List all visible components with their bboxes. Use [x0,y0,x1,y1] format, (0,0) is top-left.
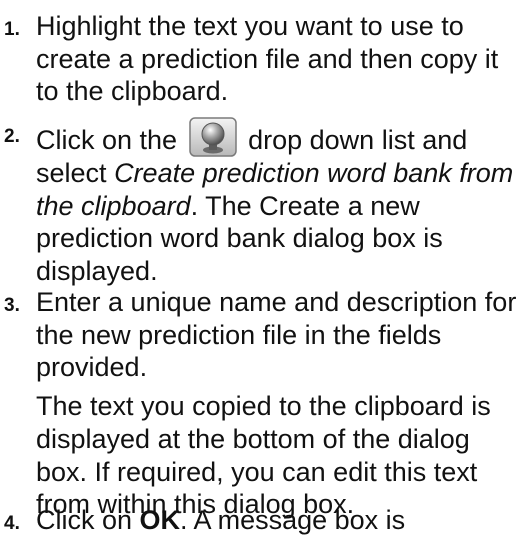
step-text: Enter a unique name and description for … [36,286,520,521]
step-3-text: Enter a unique name and description for … [36,287,517,383]
prediction-word-bank-icon [188,117,237,157]
step-number: 4. [4,513,20,534]
step-number: 3. [4,295,20,316]
step-2-text-pre: Click on the [36,125,178,155]
step-3-note: The text you copied to the clipboard is … [36,391,491,520]
step-number: 1. [4,19,20,40]
step-text: Click on OK. A message box is [36,504,520,537]
step-1-text: Highlight the text you want to use to cr… [36,11,499,107]
ok-button-label: OK [139,505,181,535]
step-4-text-post: . A message box is [180,505,406,535]
step-text: Click on the drop down list and select C… [36,117,520,288]
step-text: Highlight the text you want to use to cr… [36,10,520,108]
step-number: 2. [4,126,20,147]
step-4-text-pre: Click on [36,505,133,535]
